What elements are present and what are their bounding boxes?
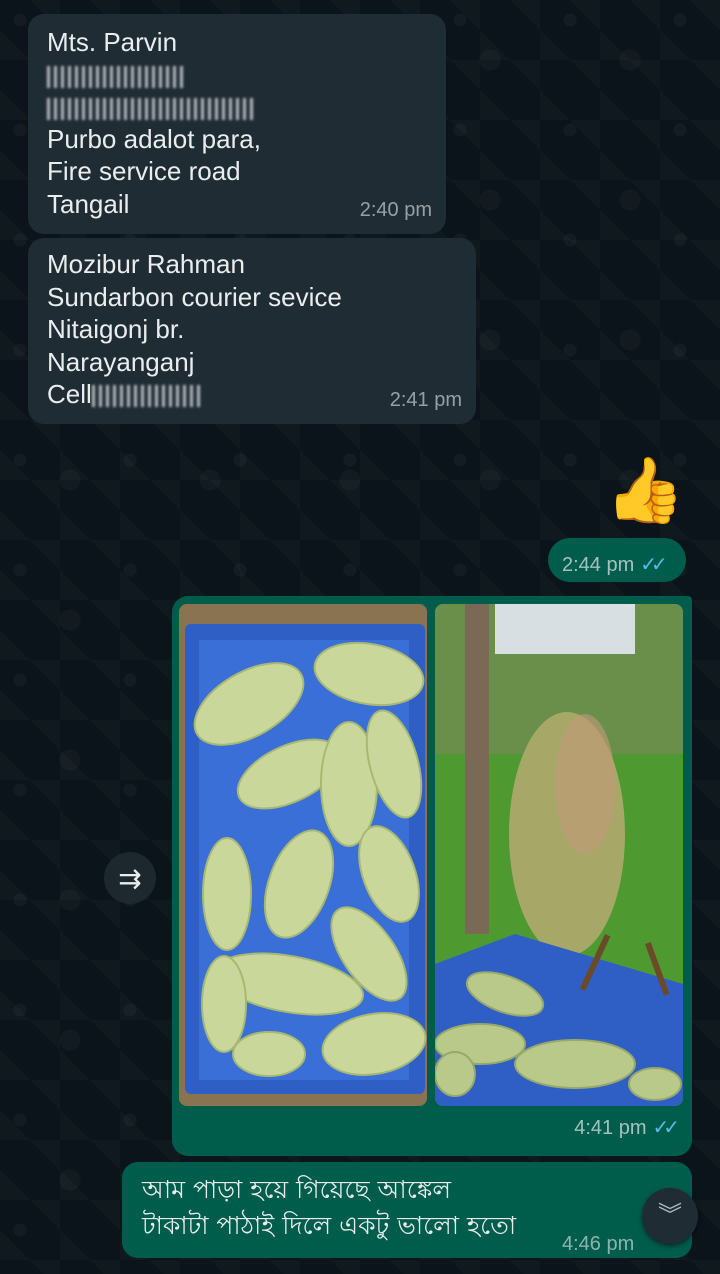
message-line: Mts. Parvin [47,27,178,57]
message-line: Cell [47,378,342,411]
message-time: 4:46 pm [562,1233,635,1255]
message-bubble-address-1[interactable]: Mts. Parvin Purbo adalot para, Fire serv… [28,14,446,234]
message-line: আম পাড়া হয়ে গিয়েছে আঙ্কেল [142,1175,452,1204]
message-line: Nitaigonj br. [47,314,185,344]
message-line: Sundarbon courier sevice [47,281,342,312]
message-time: 4:41 pm [574,1116,647,1139]
scroll-to-bottom-button[interactable]: ︾ [642,1188,698,1244]
mango-crate-photo[interactable] [179,604,427,1106]
message-line: Mozibur Rahman [47,249,245,279]
message-line: Fire service road [47,156,241,186]
message-bubble-address-2[interactable]: Mozibur Rahman Sundarbon courier sevice … [28,238,476,424]
forward-icon: ⇉ [118,862,142,894]
message-line: Purbo adalot para, [47,123,261,154]
message-time: 2:44 pm [562,554,635,576]
message-time: 2:40 pm [359,198,432,221]
chevron-double-down-icon: ︾ [658,1202,682,1229]
message-line: Narayanganj [47,346,195,377]
thumbs-up-icon: 👍 [605,454,685,526]
thumbs-up-emoji-message[interactable]: 👍 [600,450,690,530]
redacted-text [47,59,261,91]
redacted-text [91,385,202,408]
read-receipt-icon: ✓✓ [652,1116,679,1139]
message-line: Tangail [47,188,130,219]
mango-tree-photo[interactable] [435,604,683,1106]
redacted-text [47,91,261,123]
photo-album-message[interactable]: 4:41 pm ✓✓ [172,596,692,1156]
message-time-pill: 2:44 pm ✓✓ [548,538,686,582]
message-bubble-payment-request[interactable]: আম পাড়া হয়ে গিয়েছে আঙ্কেল টাকাটা পাঠা… [122,1162,692,1258]
read-receipt-icon: ✓✓ [640,554,667,576]
message-line: টাকাটা পাঠাই দিলে একটু ভালো হতো [142,1211,517,1240]
mango-tree-illustration [435,604,683,1106]
message-line-label: Cell [47,379,92,409]
mango-crate-illustration [179,604,427,1106]
message-time: 2:41 pm [389,388,462,411]
forward-button[interactable]: ⇉ [104,852,156,904]
